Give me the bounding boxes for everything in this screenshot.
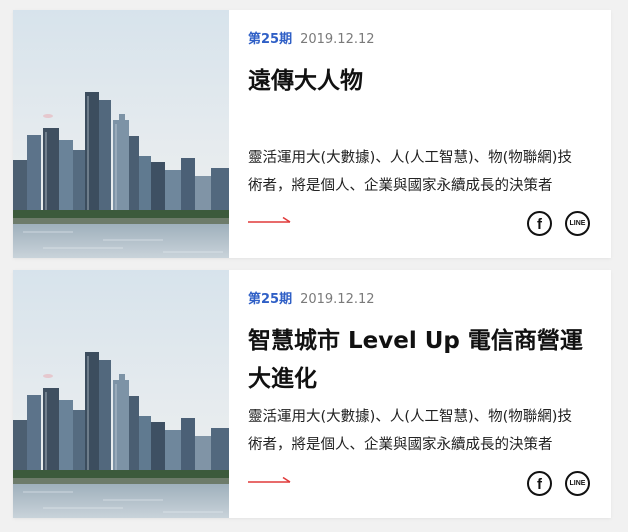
article-thumbnail[interactable]: [13, 270, 229, 518]
article-title[interactable]: 遠傳大人物: [248, 62, 587, 100]
arrow-right-icon[interactable]: [248, 476, 292, 488]
facebook-share-button[interactable]: f: [527, 211, 552, 236]
share-buttons: f LINE: [527, 471, 590, 496]
article-thumbnail[interactable]: [13, 10, 229, 258]
publish-date: 2019.12.12: [300, 292, 375, 307]
article-excerpt: 靈活運用大(大數據)、人(人工智慧)、物(物聯網)技術者，將是個人、企業與國家永…: [248, 409, 572, 453]
article-meta: 第25期 2019.12.12: [248, 32, 375, 48]
facebook-icon: f: [537, 216, 542, 233]
article-meta: 第25期 2019.12.12: [248, 292, 375, 308]
line-share-button[interactable]: LINE: [565, 211, 590, 236]
article-title[interactable]: 智慧城市 Level Up 電信商營運大進化: [248, 322, 587, 398]
publish-date: 2019.12.12: [300, 32, 375, 47]
article-card[interactable]: 第25期 2019.12.12 智慧城市 Level Up 電信商營運大進化 靈活…: [13, 270, 611, 518]
issue-label[interactable]: 第25期: [248, 292, 292, 307]
article-content: 第25期 2019.12.12 智慧城市 Level Up 電信商營運大進化 靈活…: [248, 270, 597, 518]
article-excerpt: 靈活運用大(大數據)、人(人工智慧)、物(物聯網)技術者，將是個人、企業與國家永…: [248, 150, 572, 194]
city-skyline-image: [13, 10, 229, 258]
line-icon: LINE: [569, 220, 586, 227]
arrow-right-icon[interactable]: [248, 216, 292, 228]
article-content: 第25期 2019.12.12 遠傳大人物 靈活運用大(大數據)、人(人工智慧)、…: [248, 10, 597, 258]
issue-label[interactable]: 第25期: [248, 32, 292, 47]
share-buttons: f LINE: [527, 211, 590, 236]
line-share-button[interactable]: LINE: [565, 471, 590, 496]
facebook-icon: f: [537, 476, 542, 493]
facebook-share-button[interactable]: f: [527, 471, 552, 496]
article-card[interactable]: 第25期 2019.12.12 遠傳大人物 靈活運用大(大數據)、人(人工智慧)、…: [13, 10, 611, 258]
city-skyline-image: [13, 270, 229, 518]
line-icon: LINE: [569, 480, 586, 487]
